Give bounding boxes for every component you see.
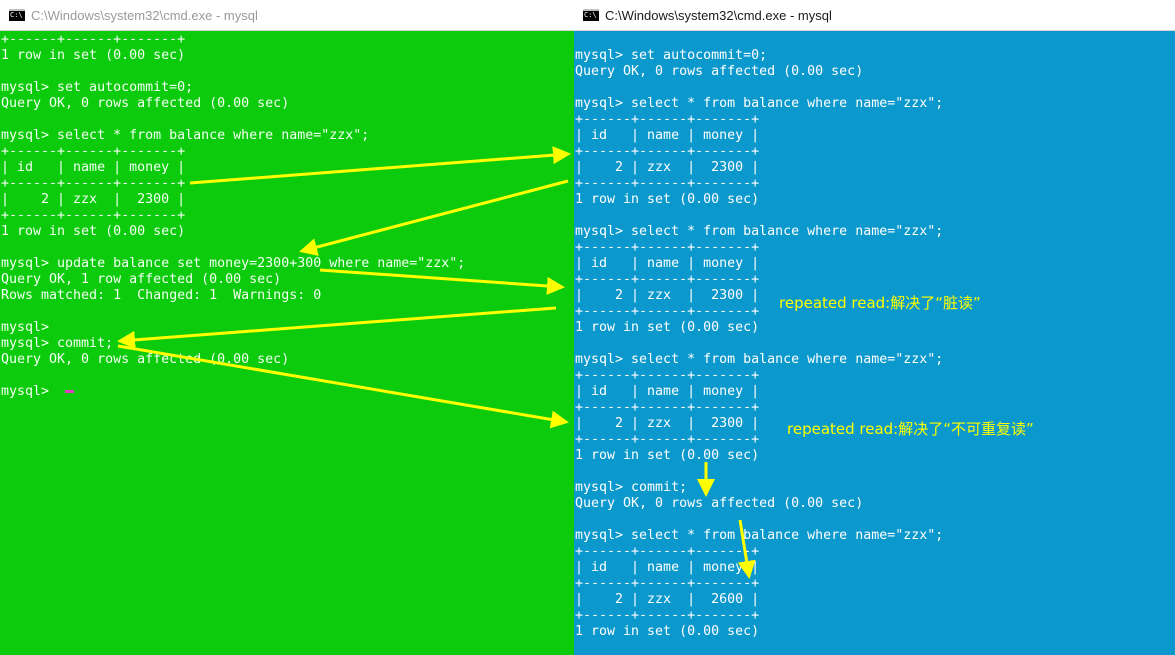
console-line: +------+------+-------+ xyxy=(575,240,760,255)
console-line: mysql> set autocommit=0; xyxy=(1,80,194,95)
console-line: | 2 | zzx | 2300 | xyxy=(575,416,760,431)
left-window-title: C:\Windows\system32\cmd.exe - mysql xyxy=(31,7,258,23)
console-line: Query OK, 1 row affected (0.00 sec) xyxy=(1,272,282,287)
right-title-bar[interactable]: C:\ C:\Windows\system32\cmd.exe - mysql xyxy=(574,0,1175,31)
console-line: | 2 | zzx | 2300 | xyxy=(575,288,760,303)
console-line: +------+------+-------+ xyxy=(575,576,760,591)
console-line: | 2 | zzx | 2300 | xyxy=(575,160,760,175)
console-line: Query OK, 0 rows affected (0.00 sec) xyxy=(1,96,290,111)
console-line: | id | name | money | xyxy=(575,384,760,399)
console-line: mysql> set autocommit=0; xyxy=(575,48,768,63)
text-cursor xyxy=(65,389,75,393)
console-line: mysql> commit; xyxy=(575,480,688,495)
console-line: +------+------+-------+ xyxy=(575,176,760,191)
console-line: Rows matched: 1 Changed: 1 Warnings: 0 xyxy=(1,288,322,303)
console-line: +------+------+-------+ xyxy=(1,144,186,159)
console-line: mysql> update balance set money=2300+300… xyxy=(1,256,466,271)
left-title-bar[interactable]: C:\ C:\Windows\system32\cmd.exe - mysql xyxy=(0,0,574,31)
console-line: Query OK, 0 rows affected (0.00 sec) xyxy=(575,64,864,79)
console-line: mysql> select * from balance where name=… xyxy=(1,128,370,143)
console-line: mysql> select * from balance where name=… xyxy=(575,352,944,367)
console-line: +------+------+-------+ xyxy=(575,400,760,415)
console-line: | id | name | money | xyxy=(575,256,760,271)
console-line: mysql> commit; xyxy=(1,336,114,351)
console-line: +------+------+-------+ xyxy=(1,32,186,47)
console-line: Query OK, 0 rows affected (0.00 sec) xyxy=(575,496,864,511)
console-line: | id | name | money | xyxy=(575,560,760,575)
console-line: +------+------+-------+ xyxy=(575,112,760,127)
console-line: 1 row in set (0.00 sec) xyxy=(575,448,760,463)
left-console-output[interactable]: +------+------+-------+ 1 row in set (0.0… xyxy=(0,31,574,655)
console-line: 1 row in set (0.00 sec) xyxy=(1,48,186,63)
console-line: +------+------+-------+ xyxy=(575,432,760,447)
console-line: +------+------+-------+ xyxy=(1,208,186,223)
console-line: +------+------+-------+ xyxy=(1,176,186,191)
cmd-icon: C:\ xyxy=(9,9,25,21)
console-line: | id | name | money | xyxy=(575,128,760,143)
annotation-non-repeatable-read: repeated read:解决了“不可重复读” xyxy=(787,420,1034,438)
console-line: mysql> select * from balance where name=… xyxy=(575,528,944,543)
console-line: +------+------+-------+ xyxy=(575,544,760,559)
console-line: | 2 | zzx | 2300 | xyxy=(1,192,186,207)
right-window-title: C:\Windows\system32\cmd.exe - mysql xyxy=(605,7,832,23)
right-console-window[interactable]: C:\ C:\Windows\system32\cmd.exe - mysql … xyxy=(574,0,1175,655)
console-line: mysql> select * from balance where name=… xyxy=(575,96,944,111)
console-line: mysql> xyxy=(1,320,50,335)
console-line: | 2 | zzx | 2600 | xyxy=(575,592,760,607)
console-line: +------+------+-------+ xyxy=(575,608,760,623)
right-console-output[interactable]: mysql> set autocommit=0; Query OK, 0 rows… xyxy=(574,31,1175,655)
console-line: Query OK, 0 rows affected (0.00 sec) xyxy=(1,352,290,367)
console-line: | id | name | money | xyxy=(1,160,186,175)
console-line: 1 row in set (0.00 sec) xyxy=(575,192,760,207)
cmd-icon: C:\ xyxy=(583,9,599,21)
console-line: +------+------+-------+ xyxy=(575,368,760,383)
console-line: +------+------+-------+ xyxy=(575,304,760,319)
annotation-dirty-read: repeated read:解决了“脏读” xyxy=(779,294,981,312)
console-line: +------+------+-------+ xyxy=(575,272,760,287)
console-line: 1 row in set (0.00 sec) xyxy=(1,224,186,239)
console-line: +------+------+-------+ xyxy=(575,144,760,159)
console-line: mysql> select * from balance where name=… xyxy=(575,224,944,239)
left-console-window[interactable]: C:\ C:\Windows\system32\cmd.exe - mysql … xyxy=(0,0,574,655)
console-line: 1 row in set (0.00 sec) xyxy=(575,320,760,335)
console-line: mysql> xyxy=(1,384,75,400)
console-line: 1 row in set (0.00 sec) xyxy=(575,624,760,639)
